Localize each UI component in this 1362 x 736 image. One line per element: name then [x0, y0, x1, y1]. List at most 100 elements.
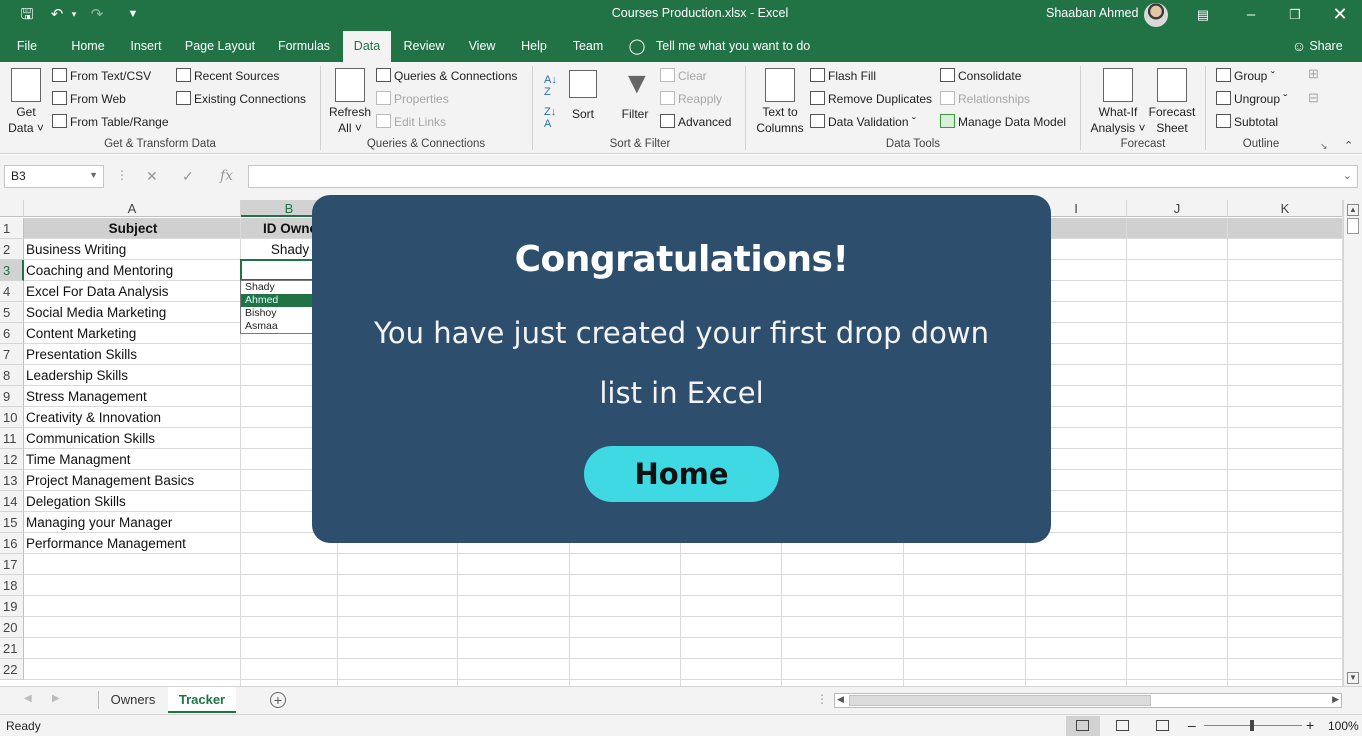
scroll-down-icon[interactable]: ▼ — [1347, 672, 1359, 684]
tab-review[interactable]: Review — [400, 31, 448, 62]
expand-formula-icon[interactable]: ⌄ — [1343, 169, 1352, 182]
customize-qat-icon[interactable]: ▼ — [126, 0, 140, 31]
tab-data[interactable]: Data — [343, 31, 391, 62]
ungroup-button[interactable]: Ungroup ˇ — [1216, 91, 1287, 107]
subject-cell[interactable]: Performance Management — [24, 533, 240, 554]
row-header[interactable]: 9 — [0, 386, 24, 407]
flash-fill-button[interactable]: Flash Fill — [810, 68, 876, 84]
subtotal-button[interactable]: Subtotal — [1216, 114, 1278, 130]
home-button[interactable]: Home — [584, 446, 779, 502]
consolidate-button[interactable]: Consolidate — [940, 68, 1021, 84]
redo-icon[interactable]: ↷ — [86, 0, 108, 31]
save-icon[interactable]: 🖫 — [18, 0, 36, 31]
tell-me-search[interactable]: Tell me what you want to do — [656, 31, 816, 62]
insert-function-icon[interactable]: fx — [220, 168, 233, 184]
cancel-icon[interactable]: ✕ — [146, 168, 158, 185]
page-break-view-icon[interactable] — [1156, 720, 1169, 731]
zoom-level[interactable]: 100% — [1328, 719, 1359, 733]
formula-input[interactable]: ⌄ — [248, 165, 1358, 188]
scroll-up-icon[interactable]: ▲ — [1347, 204, 1359, 216]
from-web-button[interactable]: From Web — [52, 91, 126, 107]
subject-cell[interactable]: Time Managment — [24, 449, 240, 470]
prev-sheet-icon[interactable]: ◀ — [24, 693, 32, 704]
cell-a1[interactable]: Subject — [24, 218, 240, 239]
zoom-in-icon[interactable]: + — [1306, 717, 1314, 733]
vertical-scrollbar[interactable]: ▲ ▼ — [1343, 200, 1362, 686]
tab-help[interactable]: Help — [514, 31, 554, 62]
row-header[interactable]: 14 — [0, 491, 24, 512]
from-text-button[interactable]: From Text/CSV — [52, 68, 151, 84]
subject-cell[interactable]: Stress Management — [24, 386, 240, 407]
subject-cell[interactable]: Project Management Basics — [24, 470, 240, 491]
name-box[interactable]: B3 ▼ — [4, 165, 104, 188]
edit-links-button[interactable]: Edit Links — [376, 114, 446, 130]
subject-cell[interactable]: Business Writing — [24, 239, 240, 260]
remove-duplicates-button[interactable]: Remove Duplicates — [810, 91, 932, 107]
row-header[interactable]: 12 — [0, 449, 24, 470]
tab-home[interactable]: Home — [62, 31, 114, 62]
row-header[interactable]: 1 — [0, 218, 24, 239]
zoom-slider-thumb[interactable] — [1250, 720, 1254, 731]
dialog-launcher-icon[interactable]: ↘ — [1320, 138, 1328, 154]
row-header[interactable]: 20 — [0, 617, 24, 638]
row-header[interactable]: 13 — [0, 470, 24, 491]
tab-file[interactable]: File — [8, 31, 46, 62]
next-sheet-icon[interactable]: ▶ — [52, 693, 60, 704]
undo-dropdown-icon[interactable]: ▾ — [68, 0, 80, 31]
undo-icon[interactable]: ↶ — [46, 0, 68, 31]
column-header-k[interactable]: K — [1228, 200, 1343, 217]
row-header[interactable]: 11 — [0, 428, 24, 449]
row-header[interactable]: 10 — [0, 407, 24, 428]
recent-sources-button[interactable]: Recent Sources — [176, 68, 279, 84]
sort-az-icon[interactable]: A↓ Z — [544, 74, 557, 98]
row-header[interactable]: 2 — [0, 239, 24, 260]
tab-team[interactable]: Team — [566, 31, 610, 62]
subject-cell[interactable]: Excel For Data Analysis — [24, 281, 240, 302]
row-header[interactable]: 18 — [0, 575, 24, 596]
sort-button[interactable]: Sort — [566, 70, 600, 122]
row-header[interactable]: 7 — [0, 344, 24, 365]
normal-view-icon[interactable] — [1066, 716, 1100, 736]
row-header[interactable]: 4 — [0, 281, 24, 302]
share-button[interactable]: Share — [1308, 31, 1344, 62]
enter-icon[interactable]: ✓ — [182, 168, 194, 185]
dropdown-option[interactable]: Bishoy — [241, 307, 319, 320]
dropdown-list[interactable]: Shady Ahmed Bishoy Asmaa — [240, 280, 320, 334]
horizontal-scrollbar[interactable]: ◀ ▶ — [834, 693, 1342, 708]
ribbon-display-icon[interactable]: ▤ — [1192, 0, 1214, 31]
zoom-out-icon[interactable]: – — [1188, 717, 1196, 733]
name-box-dropdown-icon[interactable]: ▼ — [89, 170, 98, 180]
filter-button[interactable]: ▼ Filter — [616, 69, 654, 122]
dropdown-option[interactable]: Asmaa — [241, 320, 319, 333]
row-header[interactable]: 16 — [0, 533, 24, 554]
row-header[interactable]: 19 — [0, 596, 24, 617]
column-header-a[interactable]: A — [24, 200, 241, 217]
subject-cell[interactable]: Delegation Skills — [24, 491, 240, 512]
minimize-icon[interactable]: – — [1240, 0, 1262, 31]
select-all-corner[interactable] — [0, 200, 24, 217]
subject-cell[interactable]: Social Media Marketing — [24, 302, 240, 323]
forecast-sheet-button[interactable]: Forecast Sheet — [1148, 68, 1196, 136]
advanced-button[interactable]: Advanced — [660, 114, 731, 130]
manage-data-model-button[interactable]: Manage Data Model — [940, 114, 1066, 130]
avatar[interactable] — [1144, 3, 1168, 27]
tab-page-layout[interactable]: Page Layout — [178, 31, 262, 62]
restore-icon[interactable]: ❐ — [1284, 0, 1306, 31]
user-name[interactable]: Shaaban Ahmed — [1046, 6, 1138, 20]
scroll-thumb[interactable] — [1347, 218, 1359, 234]
tab-formulas[interactable]: Formulas — [272, 31, 336, 62]
scroll-left-icon[interactable]: ◀ — [837, 694, 844, 705]
subject-cell[interactable]: Leadership Skills — [24, 365, 240, 386]
close-icon[interactable]: ✕ — [1328, 0, 1352, 31]
relationships-button[interactable]: Relationships — [940, 91, 1030, 107]
collapse-ribbon-icon[interactable]: ⌃ — [1344, 138, 1353, 154]
dropdown-option-selected[interactable]: Ahmed — [241, 294, 319, 307]
sort-za-icon[interactable]: Z↓ A — [544, 106, 556, 130]
queries-connections-button[interactable]: Queries & Connections — [376, 68, 517, 84]
row-header[interactable]: 17 — [0, 554, 24, 575]
row-header[interactable]: 22 — [0, 659, 24, 680]
scroll-right-icon[interactable]: ▶ — [1332, 694, 1339, 705]
refresh-all-button[interactable]: Refresh All ˅ — [328, 68, 372, 136]
tab-insert[interactable]: Insert — [124, 31, 168, 62]
get-data-button[interactable]: Get Data ˅ — [6, 68, 46, 136]
